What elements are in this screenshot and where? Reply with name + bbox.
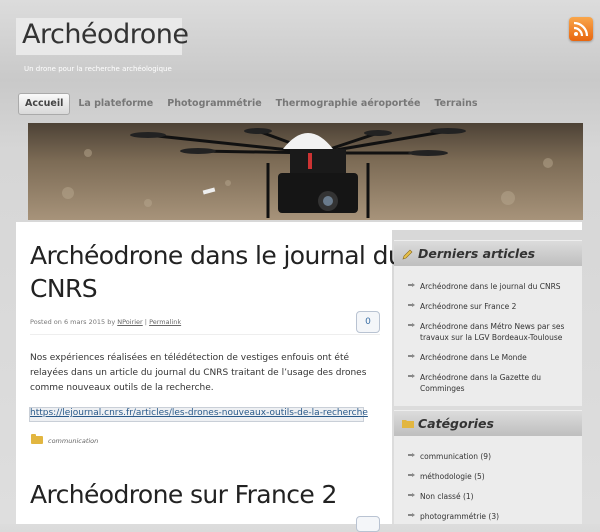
main-nav: Accueil La plateforme Photogrammétrie Th… xyxy=(18,92,486,116)
recent-post-link[interactable]: Archéodrone dans la Gazette du Comminges xyxy=(420,372,578,394)
nav-item-terrains[interactable]: Terrains xyxy=(428,94,483,114)
nav-item-accueil[interactable]: Accueil xyxy=(18,93,71,115)
post-title[interactable]: Archéodrone dans le journal du CNRS xyxy=(30,239,404,305)
recent-post-link[interactable]: Archéodrone sur France 2 xyxy=(420,301,578,312)
header-banner-image xyxy=(28,123,583,220)
arrow-right-icon xyxy=(408,283,415,288)
comment-count-badge[interactable]: 0 xyxy=(356,311,380,333)
rss-icon xyxy=(573,21,589,37)
post-meta: Posted on 6 mars 2015 by NPoirier | Perm… xyxy=(30,318,181,326)
category-link[interactable]: Non classé (1) xyxy=(420,491,578,502)
widget-recent-posts-header: Derniers articles xyxy=(394,240,582,267)
recent-post-link[interactable]: Archéodrone dans Métro News par ses trav… xyxy=(420,321,578,343)
site-title[interactable]: Archéodrone xyxy=(22,19,189,50)
post-excerpt: Nos expériences réalisées en télédétecti… xyxy=(30,353,367,393)
meta-divider xyxy=(30,334,380,335)
nav-item-thermographie[interactable]: Thermographie aéroportée xyxy=(270,94,427,114)
permalink-link[interactable]: Permalink xyxy=(149,318,181,326)
pencil-icon xyxy=(402,249,413,263)
widget-categories-header: Catégories xyxy=(394,410,582,437)
category-link[interactable]: méthodologie (5) xyxy=(420,471,578,482)
arrow-right-icon xyxy=(408,323,415,328)
recent-post-link[interactable]: Archéodrone dans Le Monde xyxy=(420,352,578,363)
post-title-line-2[interactable]: CNRS xyxy=(30,272,403,305)
folder-icon xyxy=(402,419,414,431)
nav-item-photogrammetrie[interactable]: Photogrammétrie xyxy=(161,94,267,114)
category-link[interactable]: communication (9) xyxy=(420,451,578,462)
site-tagline: Un drone pour la recherche archéologique xyxy=(24,65,172,73)
arrow-right-icon xyxy=(408,374,415,379)
category-link[interactable]: photogrammétrie (3) xyxy=(420,511,578,522)
rss-feed-button[interactable] xyxy=(569,17,593,41)
arrow-right-icon xyxy=(408,354,415,359)
arrow-right-icon xyxy=(408,303,415,308)
widget-recent-posts-title: Derniers articles xyxy=(418,246,536,261)
arrow-right-icon xyxy=(408,453,415,458)
widget-categories-title: Catégories xyxy=(418,416,494,431)
content-top-band xyxy=(16,222,582,230)
post-title-2[interactable]: Archéodrone sur France 2 xyxy=(30,478,337,511)
post-category-link[interactable]: communication xyxy=(48,437,98,445)
arrow-right-icon xyxy=(408,513,415,518)
post-title-line-1[interactable]: Archéodrone dans le journal du xyxy=(30,239,404,272)
nav-item-la-plateforme[interactable]: La plateforme xyxy=(72,94,159,114)
arrow-right-icon xyxy=(408,493,415,498)
comment-count-badge-2[interactable] xyxy=(356,516,380,532)
recent-post-link[interactable]: Archéodrone dans le journal du CNRS xyxy=(420,281,578,292)
arrow-right-icon xyxy=(408,473,415,478)
post-external-link[interactable]: https://lejournal.cnrs.fr/articles/les-d… xyxy=(30,408,368,418)
post-date: Posted on 6 mars 2015 by xyxy=(30,318,118,326)
post-author-link[interactable]: NPoirier xyxy=(117,318,142,326)
folder-icon xyxy=(31,434,43,444)
